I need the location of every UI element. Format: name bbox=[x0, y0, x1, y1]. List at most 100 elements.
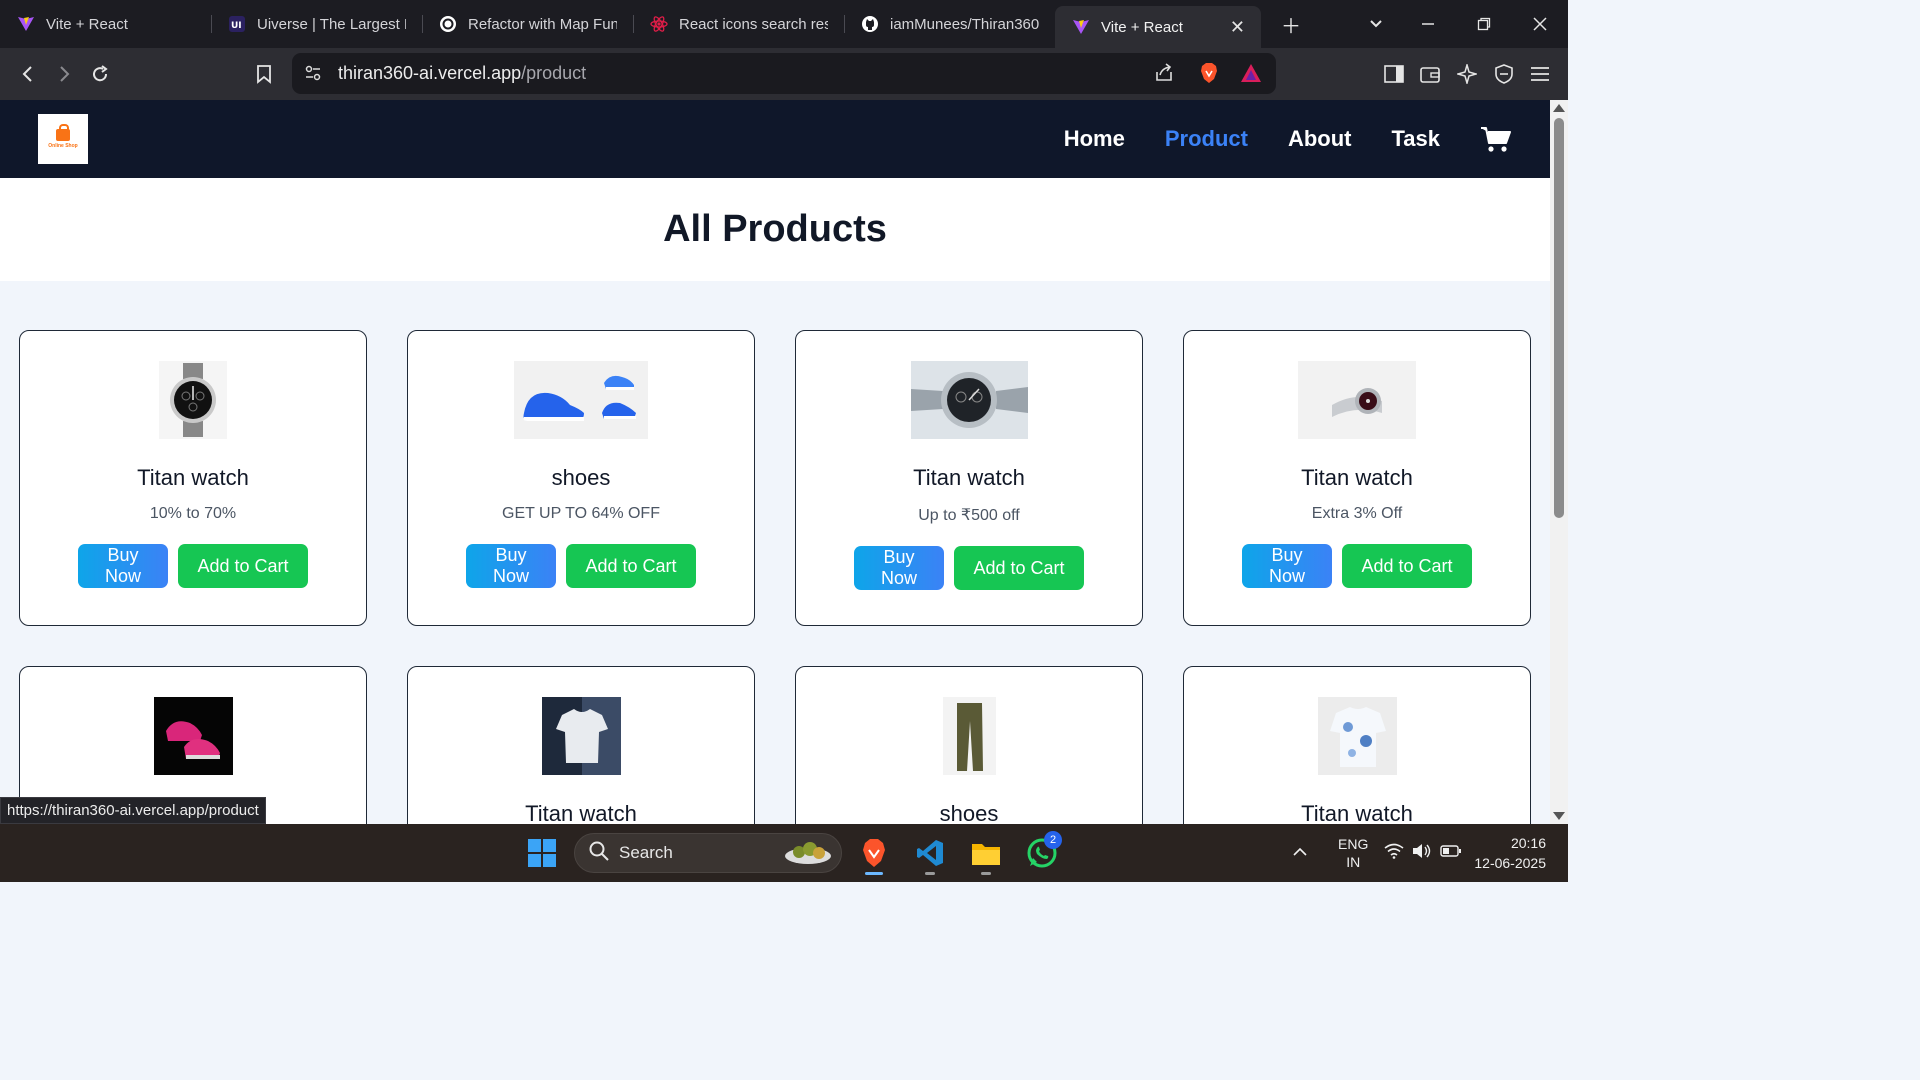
tab-vite-react-active[interactable]: Vite + React ✕ bbox=[1055, 6, 1261, 48]
product-offer: Up to ₹500 off bbox=[918, 507, 1020, 524]
clock-date: 12-06-2025 bbox=[1474, 855, 1546, 871]
nav-about[interactable]: About bbox=[1288, 126, 1352, 152]
sidebar-toggle-icon[interactable] bbox=[1376, 56, 1412, 92]
leo-ai-icon[interactable] bbox=[1449, 56, 1485, 92]
add-to-cart-button[interactable]: Add to Cart bbox=[566, 544, 696, 588]
product-card: Titan watch Extra 3% Off Buy Now Add to … bbox=[1183, 330, 1531, 626]
webpage: Online Shop Home Product About Task All … bbox=[0, 100, 1550, 824]
forward-icon[interactable] bbox=[46, 56, 82, 92]
language-indicator[interactable]: ENG IN bbox=[1338, 835, 1368, 871]
buy-now-button[interactable]: Buy Now bbox=[1242, 544, 1332, 588]
add-to-cart-button[interactable]: Add to Cart bbox=[954, 546, 1084, 590]
tab-title: Refactor with Map Func bbox=[468, 15, 617, 33]
product-title: shoes bbox=[939, 801, 999, 824]
whatsapp-icon[interactable]: 2 bbox=[1018, 829, 1066, 877]
battery-icon[interactable] bbox=[1440, 844, 1462, 863]
steel-chronograph-watch-image[interactable] bbox=[910, 360, 1028, 439]
pink-sneakers-image[interactable] bbox=[153, 696, 233, 775]
brave-browser-icon[interactable] bbox=[850, 829, 898, 877]
back-icon[interactable] bbox=[10, 56, 46, 92]
taskbar-search[interactable]: Search bbox=[574, 833, 842, 873]
tab-list-chevron-icon[interactable] bbox=[1352, 0, 1400, 48]
tab-github[interactable]: iamMunees/Thiran360 bbox=[844, 0, 1055, 48]
restore-button[interactable] bbox=[1456, 0, 1512, 48]
shop-logo[interactable]: Online Shop bbox=[38, 114, 88, 164]
blue-sneakers-image[interactable] bbox=[514, 360, 648, 439]
product-title: Titan watch bbox=[137, 465, 249, 490]
logo-text: Online Shop bbox=[48, 143, 78, 149]
volume-icon[interactable] bbox=[1412, 843, 1432, 864]
product-title: shoes bbox=[551, 465, 611, 490]
silver-watch-image[interactable] bbox=[1298, 360, 1416, 439]
brave-shields-icon[interactable] bbox=[1198, 62, 1220, 89]
windows-taskbar: Search 2 ENG IN 20:16 12-06-2025 bbox=[0, 824, 1568, 882]
file-explorer-icon[interactable] bbox=[962, 829, 1010, 877]
vscode-icon[interactable] bbox=[906, 829, 954, 877]
taskbar-clock[interactable]: 20:16 12-06-2025 bbox=[1474, 833, 1546, 873]
clock-time: 20:16 bbox=[1510, 835, 1546, 851]
github-icon bbox=[860, 14, 880, 34]
page-scrollbar[interactable] bbox=[1550, 100, 1568, 824]
scroll-thumb[interactable] bbox=[1554, 118, 1564, 518]
product-card: Titan watch bbox=[407, 666, 755, 824]
nav-home[interactable]: Home bbox=[1064, 126, 1125, 152]
running-indicator bbox=[981, 872, 991, 875]
reload-icon[interactable] bbox=[82, 56, 118, 92]
share-icon[interactable] bbox=[1154, 63, 1174, 88]
language-code: ENG bbox=[1338, 836, 1369, 852]
new-tab-button[interactable]: ＋ bbox=[1267, 0, 1315, 48]
black-chronograph-watch-image[interactable] bbox=[159, 360, 227, 439]
tab-title: Vite + React bbox=[1101, 18, 1183, 36]
product-offer: Extra 3% Off bbox=[1311, 505, 1403, 522]
menu-icon[interactable] bbox=[1522, 56, 1558, 92]
product-title: Titan watch bbox=[525, 801, 637, 824]
brave-rewards-icon[interactable] bbox=[1240, 63, 1262, 88]
uiverse-icon: UI bbox=[227, 14, 247, 34]
product-card: Titan watch bbox=[1183, 666, 1531, 824]
close-window-button[interactable] bbox=[1512, 0, 1568, 48]
browser-toolbar: thiran360-ai.vercel.app/product bbox=[0, 48, 1568, 100]
region-code: IN bbox=[1346, 854, 1361, 870]
product-grid: Titan watch 10% to 70% Buy Now Add to Ca… bbox=[19, 330, 1531, 824]
page-title: All Products bbox=[663, 208, 887, 250]
product-card: shoes GET UP TO 64% OFF Buy Now Add to C… bbox=[407, 330, 755, 626]
floral-shirt-image[interactable] bbox=[1317, 696, 1397, 775]
buy-now-button[interactable]: Buy Now bbox=[78, 544, 168, 588]
tab-title: Vite + React bbox=[46, 15, 128, 33]
site-settings-icon[interactable] bbox=[304, 64, 322, 87]
add-to-cart-button[interactable]: Add to Cart bbox=[178, 544, 308, 588]
link-status-url: https://thiran360-ai.vercel.app/product bbox=[0, 797, 266, 824]
white-tshirt-image[interactable] bbox=[541, 696, 621, 775]
tab-chatgpt[interactable]: Refactor with Map Func bbox=[422, 0, 633, 48]
system-tray: ENG IN 20:16 12-06-2025 bbox=[1292, 824, 1568, 882]
tab-vite-react[interactable]: Vite + React bbox=[0, 0, 211, 48]
cart-icon[interactable] bbox=[1480, 125, 1512, 153]
tab-react-icons[interactable]: React icons search resu bbox=[633, 0, 844, 48]
close-tab-icon[interactable]: ✕ bbox=[1230, 17, 1245, 38]
nav-product[interactable]: Product bbox=[1165, 126, 1248, 152]
nav-task[interactable]: Task bbox=[1391, 126, 1440, 152]
vpn-shield-icon[interactable] bbox=[1486, 56, 1522, 92]
wifi-icon[interactable] bbox=[1384, 843, 1404, 864]
buy-now-button[interactable]: Buy Now bbox=[466, 544, 556, 588]
shopping-bag-icon bbox=[56, 124, 70, 141]
scroll-up-arrow-icon[interactable] bbox=[1553, 104, 1565, 112]
product-card: shoes bbox=[795, 666, 1143, 824]
tab-title: React icons search resu bbox=[679, 15, 828, 33]
wallet-icon[interactable] bbox=[1412, 56, 1448, 92]
olive-trousers-image[interactable] bbox=[942, 696, 996, 775]
tab-uiverse[interactable]: UI Uiverse | The Largest Li bbox=[211, 0, 422, 48]
main-nav: Home Product About Task bbox=[1064, 125, 1512, 153]
product-offer: GET UP TO 64% OFF bbox=[502, 505, 660, 522]
add-to-cart-button[interactable]: Add to Cart bbox=[1342, 544, 1472, 588]
windows-start-icon[interactable] bbox=[518, 829, 566, 877]
scroll-down-arrow-icon[interactable] bbox=[1553, 812, 1565, 820]
buy-now-button[interactable]: Buy Now bbox=[854, 546, 944, 590]
vite-icon bbox=[1071, 17, 1091, 37]
bookmark-icon[interactable] bbox=[246, 56, 282, 92]
minimize-button[interactable] bbox=[1400, 0, 1456, 48]
show-hidden-icons-chevron-icon[interactable] bbox=[1292, 844, 1308, 862]
site-header: Online Shop Home Product About Task bbox=[0, 100, 1550, 178]
address-bar[interactable]: thiran360-ai.vercel.app/product bbox=[292, 53, 1276, 94]
chatgpt-icon bbox=[438, 14, 458, 34]
